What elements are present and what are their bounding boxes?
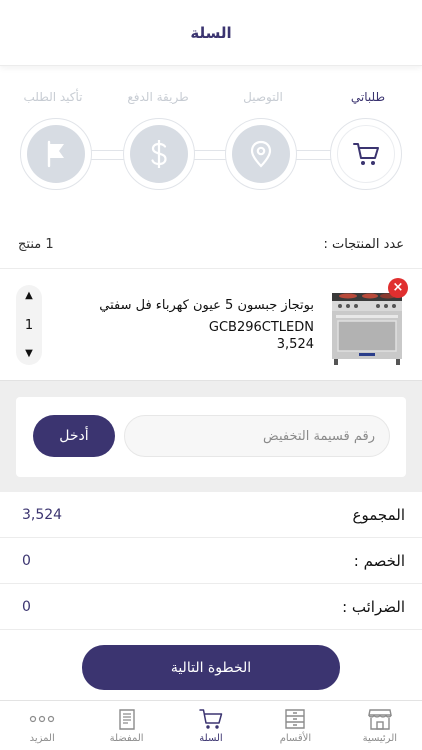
tab-home-label: الرئيسية xyxy=(362,733,398,744)
product-count-value: 1 منتج xyxy=(18,236,54,252)
tab-cart-label: السلة xyxy=(199,733,223,744)
step-delivery[interactable] xyxy=(225,118,297,190)
product-count-row: عدد المنتجات : 1 منتج xyxy=(0,226,422,262)
favorites-icon xyxy=(117,707,137,731)
store-icon xyxy=(367,707,392,731)
step-label-orders: طلباتي xyxy=(350,90,386,104)
discount-row: الخصم : 0 xyxy=(0,538,422,584)
tab-more[interactable]: المزيد xyxy=(0,701,84,750)
cart-icon xyxy=(353,143,379,165)
tax-value: 0 xyxy=(22,598,31,615)
quantity-increase-icon[interactable]: ▲ xyxy=(25,291,33,301)
tab-cart[interactable]: السلة xyxy=(169,701,253,750)
tax-label: الضرائب : xyxy=(342,597,405,616)
subtotal-value: 3,524 xyxy=(22,506,63,523)
quantity-value: 1 xyxy=(24,317,34,333)
product-price: 3,524 xyxy=(276,337,314,352)
location-icon xyxy=(250,140,272,168)
quantity-decrease-icon[interactable]: ▼ xyxy=(25,349,33,359)
tab-favorites[interactable]: المفضلة xyxy=(84,701,168,750)
tab-categories[interactable]: الأقسام xyxy=(253,701,337,750)
step-confirm[interactable] xyxy=(20,118,92,190)
more-icon xyxy=(29,707,55,731)
page-title: السلة xyxy=(190,23,232,42)
tax-row: الضرائب : 0 xyxy=(0,584,422,630)
apply-coupon-button[interactable]: أدخل xyxy=(33,415,115,457)
discount-value: 0 xyxy=(22,552,31,569)
flag-icon xyxy=(47,140,64,168)
tab-favorites-label: المفضلة xyxy=(109,733,144,744)
remove-item-button[interactable]: × xyxy=(388,278,408,298)
categories-icon xyxy=(283,707,307,731)
bottom-tab-bar: الرئيسية الأقسام السلة المفضلة المزيد xyxy=(0,700,422,750)
next-step-button[interactable]: الخطوة التالية xyxy=(82,645,340,690)
dollar-icon xyxy=(151,140,167,168)
step-label-payment: طريقة الدفع xyxy=(127,90,189,104)
app-header: السلة xyxy=(0,0,422,66)
discount-label: الخصم : xyxy=(353,551,405,570)
step-label-confirm: تأكيد الطلب xyxy=(23,90,83,104)
tab-categories-label: الأقسام xyxy=(279,733,312,744)
tab-more-label: المزيد xyxy=(29,733,55,744)
order-totals: المجموع 3,524 الخصم : 0 الضرائب : 0 xyxy=(0,492,422,630)
cart-icon xyxy=(199,707,223,731)
tab-home[interactable]: الرئيسية xyxy=(338,701,422,750)
coupon-card: أدخل xyxy=(16,397,406,477)
cart-item: × بوتجاز جبسون 5 عيون كهرباء فل سفتي GCB… xyxy=(0,268,422,380)
product-name[interactable]: بوتجاز جبسون 5 عيون كهرباء فل سفتي GCB29… xyxy=(84,295,314,339)
checkout-steps: طلباتي التوصيل طريقة الدفع تأكيد الطلب xyxy=(0,78,422,208)
product-count-label: عدد المنتجات : xyxy=(323,236,404,252)
subtotal-row: المجموع 3,524 xyxy=(0,492,422,538)
quantity-stepper: ▲ 1 ▼ xyxy=(16,285,42,365)
subtotal-label: المجموع xyxy=(352,505,405,524)
step-orders[interactable] xyxy=(330,118,402,190)
steps-connector xyxy=(55,150,375,160)
step-payment[interactable] xyxy=(123,118,195,190)
step-label-delivery: التوصيل xyxy=(243,90,283,104)
coupon-code-input[interactable] xyxy=(124,415,390,457)
coupon-section: أدخل xyxy=(0,380,422,492)
